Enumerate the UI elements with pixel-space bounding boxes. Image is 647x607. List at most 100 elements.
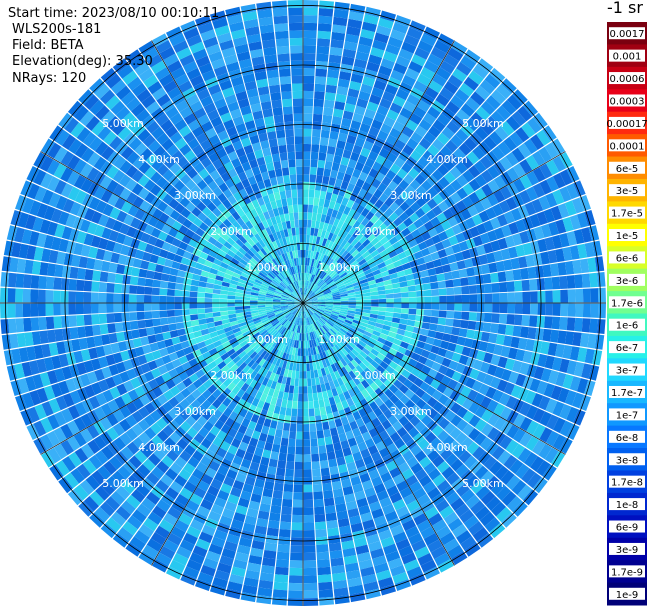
ray-gate — [314, 407, 321, 416]
ray-gate — [92, 270, 101, 282]
ray-gate — [275, 566, 289, 576]
ray-gate — [303, 257, 306, 266]
ray-gate — [325, 153, 335, 163]
ray-gate — [297, 408, 303, 417]
ray-gate — [280, 437, 289, 447]
ray-gate — [303, 189, 309, 198]
ray-gate — [303, 522, 315, 531]
ray-gate — [174, 283, 184, 291]
colorbar-tick-label: 1.7e-5 — [611, 209, 643, 220]
ray-gate — [590, 288, 599, 303]
ray-gate — [106, 313, 115, 324]
ray-gate — [190, 314, 199, 321]
ray-gate — [575, 288, 584, 303]
ray-gate — [219, 303, 228, 308]
ray-gate — [220, 290, 229, 295]
ray-gate — [393, 292, 402, 299]
ray-gate — [315, 415, 322, 424]
ray-gate — [297, 401, 303, 410]
ray-gate — [431, 310, 440, 317]
ray-gate — [312, 468, 321, 477]
ray-gate — [257, 300, 266, 303]
ray-gate — [174, 296, 182, 303]
ray-gate — [319, 190, 327, 200]
ray-gate — [316, 45, 330, 55]
ray-gate — [294, 219, 299, 228]
ray-gate — [282, 106, 293, 115]
ray-gate — [303, 68, 315, 77]
ray-gate — [422, 283, 432, 291]
ray-gate — [162, 331, 172, 340]
ray-gate — [545, 303, 553, 316]
ray-gate — [276, 467, 286, 477]
ray-gate — [53, 316, 62, 329]
ray-gate — [295, 227, 300, 236]
ray-gate — [303, 113, 313, 122]
ray-gate — [166, 289, 175, 296]
ray-gate — [291, 529, 303, 538]
ray-gate — [286, 144, 295, 153]
ray-gate — [328, 177, 337, 186]
ray-gate — [323, 168, 332, 177]
ray-gate — [306, 234, 310, 243]
range-ring-label: 1.00km — [318, 261, 360, 274]
ray-gate — [285, 468, 294, 477]
ray-gate — [288, 22, 303, 31]
ray-gate — [329, 46, 343, 57]
ray-gate — [427, 267, 437, 276]
ray-gate — [325, 84, 337, 94]
colorbar-tick-label: 1e-6 — [616, 321, 639, 332]
ray-gate — [537, 303, 546, 316]
ray-gate — [303, 45, 316, 54]
ray-gate — [315, 174, 323, 184]
ray-gate — [287, 392, 294, 401]
ray-gate — [323, 107, 334, 116]
ray-gate — [275, 38, 289, 47]
ray-gate — [198, 281, 207, 288]
ray-gate — [326, 520, 339, 529]
ray-gate — [276, 551, 290, 561]
ray-gate — [227, 299, 235, 303]
ray-gate — [322, 482, 333, 492]
ray-gate — [552, 290, 561, 303]
ray-gate — [277, 544, 290, 553]
ray-gate — [311, 385, 318, 394]
ray-gate — [266, 434, 275, 444]
ray-gate — [151, 287, 160, 296]
ray-gate — [318, 445, 327, 454]
ray-gate — [454, 303, 463, 311]
ray-gate — [83, 314, 93, 326]
ray-gate — [307, 212, 313, 221]
ray-gate — [323, 497, 335, 507]
ray-gate — [274, 429, 283, 438]
ray-gate — [280, 83, 292, 93]
ray-gate — [370, 295, 379, 300]
ray-gate — [308, 400, 314, 409]
ray-gate — [306, 227, 311, 236]
ray-gate — [159, 288, 168, 296]
ray-gate — [143, 295, 152, 303]
ray-gate — [328, 458, 338, 468]
ray-gate — [279, 76, 292, 85]
ray-gate — [152, 318, 161, 327]
ray-gate — [30, 275, 40, 289]
ray-gate — [445, 279, 454, 288]
ray-gate — [378, 307, 387, 312]
ray-gate — [461, 294, 470, 303]
ray-gate — [287, 0, 303, 8]
ray-gate — [129, 276, 139, 286]
colorbar-tick-label: 0.001 — [613, 52, 642, 63]
ray-gate — [167, 316, 176, 325]
ray-gate — [298, 204, 303, 213]
ray-gate — [212, 298, 220, 303]
range-ring-label: 5.00km — [462, 477, 504, 490]
ray-gate — [288, 582, 303, 591]
ray-gate — [497, 271, 507, 283]
ray-gate — [313, 400, 320, 409]
ray-gate — [309, 423, 317, 432]
ray-gate — [552, 303, 561, 316]
ray-gate — [68, 278, 77, 291]
ray-gate — [303, 98, 314, 107]
ray-gate — [285, 407, 292, 416]
ray-gate — [319, 144, 328, 154]
